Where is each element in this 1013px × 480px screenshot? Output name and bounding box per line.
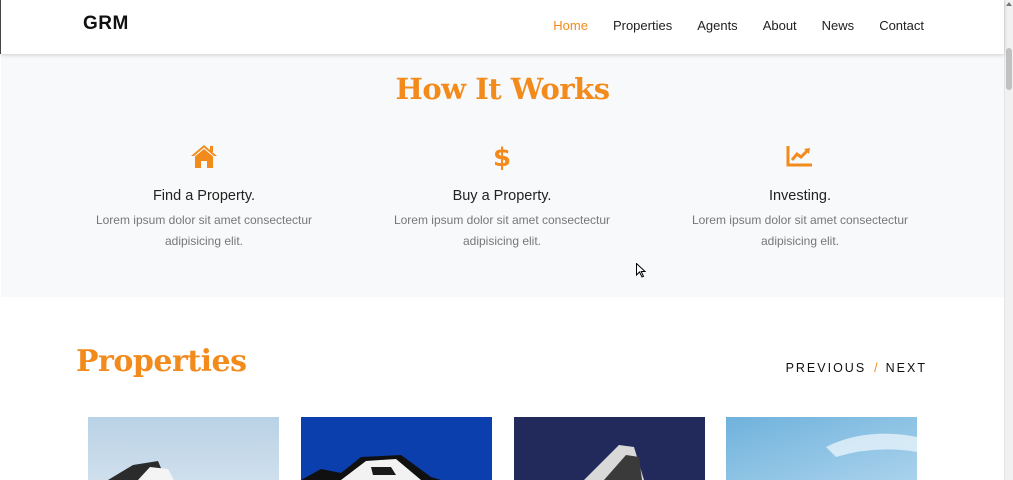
home-icon — [84, 142, 324, 170]
main-nav: Home Properties Agents About News Contac… — [528, 18, 924, 33]
previous-link[interactable]: PREVIOUS — [786, 361, 867, 375]
vertical-scrollbar[interactable] — [1004, 0, 1013, 480]
feature-title: Buy a Property. — [452, 188, 552, 204]
properties-title: Properties — [76, 344, 247, 379]
properties-pager: PREVIOUS / NEXT — [786, 361, 927, 375]
nav-item-contact[interactable]: Contact — [879, 18, 924, 33]
nav-item-news[interactable]: News — [822, 18, 855, 33]
nav-item-home[interactable]: Home — [553, 18, 588, 33]
nav-item-about[interactable]: About — [763, 18, 797, 33]
feature-title: Find a Property. — [152, 188, 256, 204]
dollar-icon: $ — [382, 142, 622, 170]
how-it-works-title: How It Works — [395, 72, 610, 106]
chart-line-icon — [680, 142, 920, 170]
brand-logo[interactable]: GRM — [83, 13, 129, 35]
nav-item-agents[interactable]: Agents — [697, 18, 737, 33]
property-card-image[interactable] — [88, 417, 279, 480]
property-card-image[interactable] — [301, 417, 492, 480]
mouse-cursor-icon — [636, 262, 647, 283]
feature-description: Lorem ipsum dolor sit amet consectectur … — [691, 213, 909, 248]
feature-description: Lorem ipsum dolor sit amet consectectur … — [393, 213, 611, 248]
next-link[interactable]: NEXT — [886, 361, 927, 375]
nav-item-properties[interactable]: Properties — [613, 18, 672, 33]
property-card-image[interactable] — [726, 417, 917, 480]
feature-find-property: Find a Property. Lorem ipsum dolor sit a… — [84, 142, 324, 252]
property-card-image[interactable] — [514, 417, 705, 480]
scroll-up-arrow-icon[interactable] — [1006, 2, 1012, 6]
how-it-works-section: How It Works Find a Property. Lorem ipsu… — [1, 54, 1004, 297]
feature-investing: Investing. Lorem ipsum dolor sit amet co… — [680, 142, 920, 252]
feature-title: Investing. — [768, 188, 832, 204]
scrollbar-thumb[interactable] — [1006, 48, 1012, 90]
pager-separator: / — [874, 361, 878, 375]
feature-buy-property: $ Buy a Property. Lorem ipsum dolor sit … — [382, 142, 622, 252]
feature-description: Lorem ipsum dolor sit amet consectectur … — [95, 213, 313, 248]
navbar: GRM Home Properties Agents About News Co… — [0, 0, 1004, 54]
svg-text:$: $ — [493, 143, 511, 170]
